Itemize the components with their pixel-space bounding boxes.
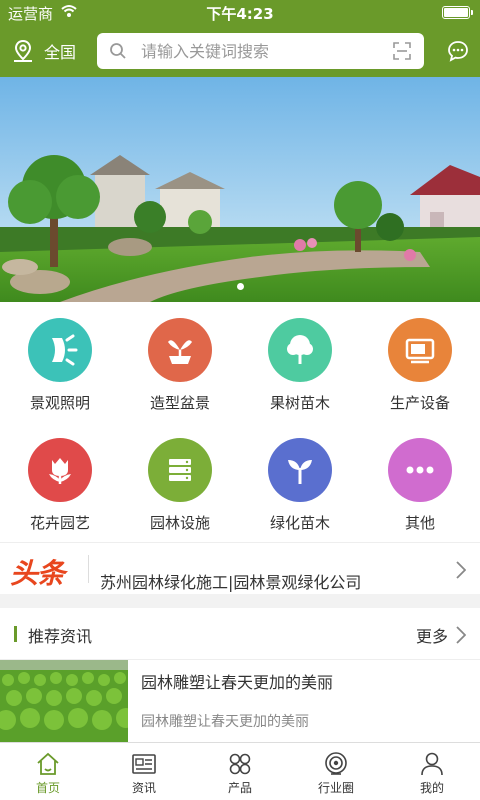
- divider: [88, 555, 89, 583]
- category-label: 造型盆景: [149, 394, 210, 412]
- category-garden-facilities[interactable]: 园林设施: [120, 422, 240, 542]
- more-label: 更多: [415, 627, 448, 646]
- category-other[interactable]: 其他: [360, 422, 480, 542]
- tab-industry-circle[interactable]: 行业圈: [288, 743, 384, 800]
- search-bar[interactable]: [97, 33, 424, 69]
- carousel-indicator: [0, 283, 480, 290]
- category-grid: 景观照明 造型盆景 果树苗木 生产设备 花卉园艺 园林设施 绿化苗木 其他: [0, 302, 480, 542]
- bonsai-icon: [148, 318, 212, 382]
- grid-icon: [229, 753, 251, 775]
- battery-icon: [442, 6, 473, 19]
- category-fruit-trees[interactable]: 果树苗木: [240, 302, 360, 422]
- tree-icon: [268, 318, 332, 382]
- category-label: 其他: [404, 514, 435, 532]
- article-description: 园林雕塑让春天更加的美丽: [141, 714, 309, 730]
- sprout-icon: [268, 438, 332, 502]
- scan-icon[interactable]: [392, 41, 412, 61]
- headline-ticker[interactable]: 头条 苏州园林绿化施工|园林景观绿化公司: [0, 542, 480, 594]
- tab-label: 我的: [419, 781, 444, 795]
- carousel-dot[interactable]: [236, 283, 244, 290]
- category-label: 果树苗木: [269, 394, 330, 412]
- category-label: 绿化苗木: [269, 514, 330, 532]
- article-thumbnail: [0, 660, 128, 742]
- circle-icon: [325, 752, 347, 775]
- category-greening-seedlings[interactable]: 绿化苗木: [240, 422, 360, 542]
- tab-label: 产品: [227, 781, 252, 795]
- category-label: 生产设备: [389, 394, 450, 412]
- tab-label: 首页: [35, 781, 60, 795]
- category-label: 景观照明: [29, 394, 90, 412]
- chevron-right-icon: [456, 626, 466, 644]
- headline-tag: 头条: [10, 557, 65, 590]
- category-label: 园林设施: [149, 514, 210, 532]
- headline-text[interactable]: 苏州园林绿化施工|园林景观绿化公司: [100, 569, 361, 593]
- section-accent-bar: [14, 626, 17, 642]
- tab-news[interactable]: 资讯: [96, 743, 192, 800]
- banner-carousel[interactable]: [0, 77, 480, 302]
- chevron-right-icon[interactable]: [456, 561, 466, 579]
- tab-label: 行业圈: [317, 781, 354, 795]
- section-title: 推荐资讯: [28, 627, 93, 646]
- recommend-header: 推荐资讯 更多: [0, 608, 480, 660]
- article-item[interactable]: 园林雕塑让春天更加的美丽 园林雕塑让春天更加的美丽: [0, 660, 480, 742]
- tab-label: 资讯: [131, 781, 156, 795]
- article-title: 园林雕塑让春天更加的美丽: [141, 673, 334, 692]
- facility-icon: [148, 438, 212, 502]
- top-header: 全国: [0, 25, 480, 77]
- bottom-tab-bar: 首页 资讯 产品 行业圈 我的: [0, 742, 480, 800]
- more-dots-icon: [388, 438, 452, 502]
- clock: 下午4:23: [206, 5, 274, 23]
- tab-mine[interactable]: 我的: [384, 743, 480, 800]
- tab-home[interactable]: 首页: [0, 743, 96, 800]
- category-landscape-lighting[interactable]: 景观照明: [0, 302, 120, 422]
- more-link[interactable]: 更多: [416, 623, 466, 647]
- tab-products[interactable]: 产品: [192, 743, 288, 800]
- search-icon: [110, 43, 126, 59]
- category-bonsai[interactable]: 造型盆景: [120, 302, 240, 422]
- tulip-icon: [28, 438, 92, 502]
- region-label: 全国: [44, 43, 77, 62]
- user-icon: [421, 752, 443, 776]
- news-icon: [132, 754, 156, 774]
- home-icon: [37, 752, 59, 775]
- search-input[interactable]: [141, 41, 371, 61]
- category-label: 花卉园艺: [29, 514, 90, 532]
- message-icon[interactable]: [446, 39, 470, 63]
- category-production-equipment[interactable]: 生产设备: [360, 302, 480, 422]
- status-bar: 运营商 下午4:23: [0, 0, 480, 25]
- location-pin-icon: [14, 39, 32, 62]
- banner-image: [0, 77, 480, 302]
- lamp-icon: [28, 318, 92, 382]
- region-selector[interactable]: 全国: [12, 37, 76, 65]
- machine-icon: [388, 318, 452, 382]
- category-floriculture[interactable]: 花卉园艺: [0, 422, 120, 542]
